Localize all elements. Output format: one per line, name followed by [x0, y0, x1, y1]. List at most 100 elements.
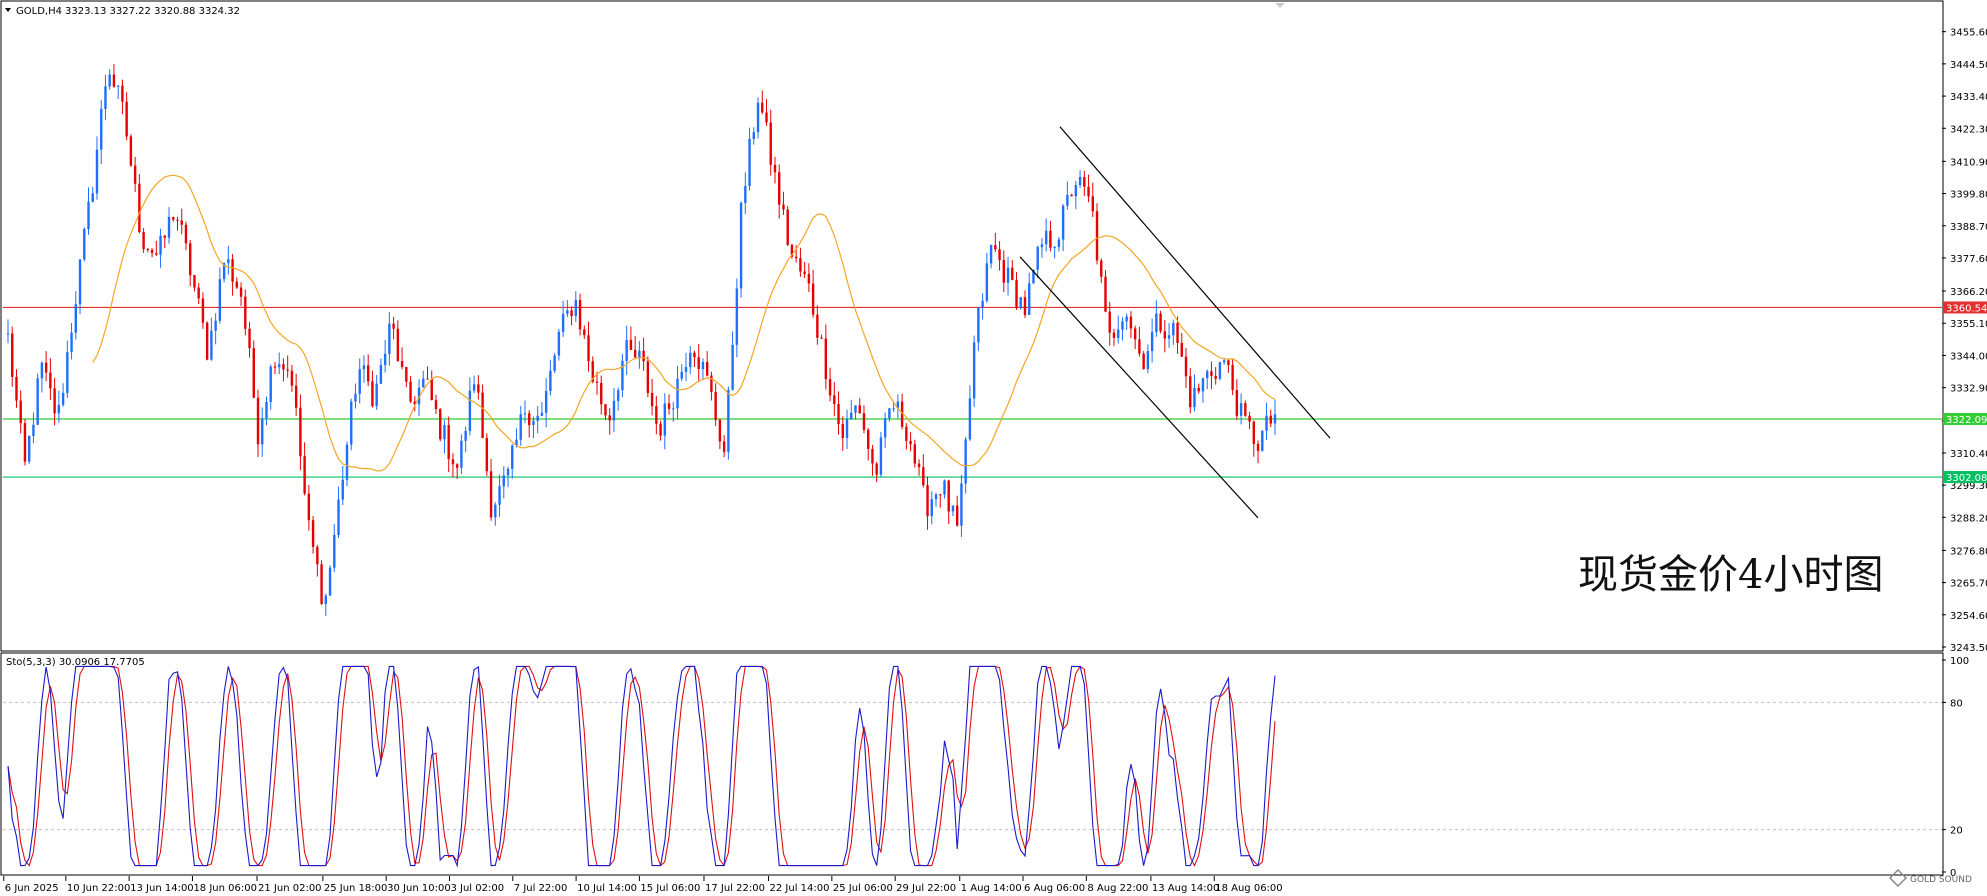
candle-body [451, 459, 455, 465]
candle-body [481, 392, 484, 438]
candle-body [49, 372, 52, 389]
candle-body [1006, 267, 1010, 283]
candle-body [1121, 321, 1124, 330]
candle-body [650, 393, 654, 407]
candle-body [786, 209, 789, 245]
candle-body [430, 379, 433, 401]
time-tick-label: 30 Jun 10:00 [387, 883, 451, 894]
candle-body [828, 379, 832, 396]
candle-body [489, 471, 493, 518]
candle-body [11, 333, 14, 377]
candle-body [1273, 414, 1277, 424]
candle-body [845, 419, 849, 439]
candle-body [1112, 332, 1116, 338]
candle-body [616, 390, 620, 401]
candle-body [44, 362, 48, 373]
candle-body [833, 395, 836, 405]
candle-body [659, 423, 662, 436]
candle-body [544, 391, 548, 413]
candle-body [1011, 267, 1014, 280]
candle-body [294, 385, 298, 408]
candle-body [1239, 403, 1243, 416]
candle-body [1057, 239, 1061, 248]
candle-body [95, 149, 99, 194]
candle-body [816, 314, 819, 338]
time-tick-label: 21 Jun 02:00 [258, 883, 322, 894]
candle-body [345, 444, 349, 480]
candle-body [494, 504, 497, 518]
time-tick-label: 29 Jul 22:00 [896, 883, 956, 894]
time-tick-label: 17 Jul 22:00 [705, 883, 765, 894]
candle-body [697, 357, 700, 369]
candle-body [1184, 356, 1188, 377]
candle-body [1129, 316, 1133, 329]
candle-body [129, 136, 133, 166]
candle-body [210, 330, 213, 360]
candle-body [578, 299, 582, 330]
candle-body [337, 499, 340, 535]
candle-body [930, 499, 933, 517]
logo-text: GOLD SOUND [1910, 875, 1972, 885]
candle-body [15, 376, 18, 401]
time-tick-label: 25 Jul 06:00 [833, 883, 893, 894]
candle-body [1108, 311, 1111, 333]
candle-body [905, 426, 908, 441]
candle-body [1117, 329, 1120, 338]
candle-body [778, 172, 781, 205]
candle-body [468, 390, 472, 431]
candle-body [799, 258, 802, 272]
candle-body [379, 365, 383, 384]
candle-body [256, 397, 260, 445]
candle-body [871, 448, 874, 464]
candle-body [536, 415, 539, 421]
candle-body [1163, 331, 1167, 339]
candle-body [316, 546, 319, 565]
candle-body [1125, 316, 1128, 322]
candle-body [150, 249, 154, 254]
stochastic-tick-label: 20 [1950, 826, 1963, 837]
candle-body [1078, 176, 1082, 186]
candle-body [1070, 194, 1073, 197]
candle-body [705, 362, 709, 376]
candle-body [748, 138, 751, 186]
candle-body [426, 378, 429, 380]
price-tick-label: 3276.80 [1950, 546, 1987, 557]
candle-body [282, 364, 285, 370]
level-price-label: 3360.54 [1946, 303, 1987, 314]
candle-body [701, 362, 705, 369]
candle-body [583, 329, 586, 336]
candle-body [1261, 430, 1264, 451]
candle-body [667, 403, 671, 409]
candle-body [837, 404, 840, 425]
candle-body [366, 365, 370, 382]
candle-body [227, 259, 230, 264]
candle-body [955, 505, 959, 526]
candle-body [485, 437, 489, 472]
ohlc-readout: 3323.13 3327.22 3320.88 3324.32 [65, 6, 240, 17]
candle-body [184, 224, 188, 244]
time-tick-label: 13 Aug 14:00 [1152, 883, 1219, 894]
candle-body [400, 361, 404, 367]
candle-body [972, 342, 976, 399]
candle-body [1015, 279, 1018, 309]
time-tick-label: 8 Aug 22:00 [1087, 883, 1148, 894]
candle-body [824, 338, 828, 380]
candle-body [125, 101, 128, 137]
candle-body [176, 219, 179, 221]
candle-body [1040, 244, 1044, 248]
candle-body [811, 283, 815, 315]
candle-body [443, 425, 446, 440]
price-tick-label: 3377.60 [1950, 254, 1987, 265]
candle-body [371, 381, 374, 407]
candle-body [362, 365, 366, 370]
candle-body [854, 405, 857, 413]
candle-body [6, 333, 10, 335]
gold-h4-chart[interactable]: 3455.60 3444.50 3433.40 3422.30 3410.90 3399.… [0, 0, 1987, 896]
candle-body [714, 392, 717, 420]
candle-body [252, 348, 255, 398]
candle-body [121, 85, 124, 102]
candle-body [350, 401, 353, 445]
candle-body [1252, 421, 1256, 444]
candle-body [244, 296, 247, 329]
candle-body [1248, 415, 1251, 422]
